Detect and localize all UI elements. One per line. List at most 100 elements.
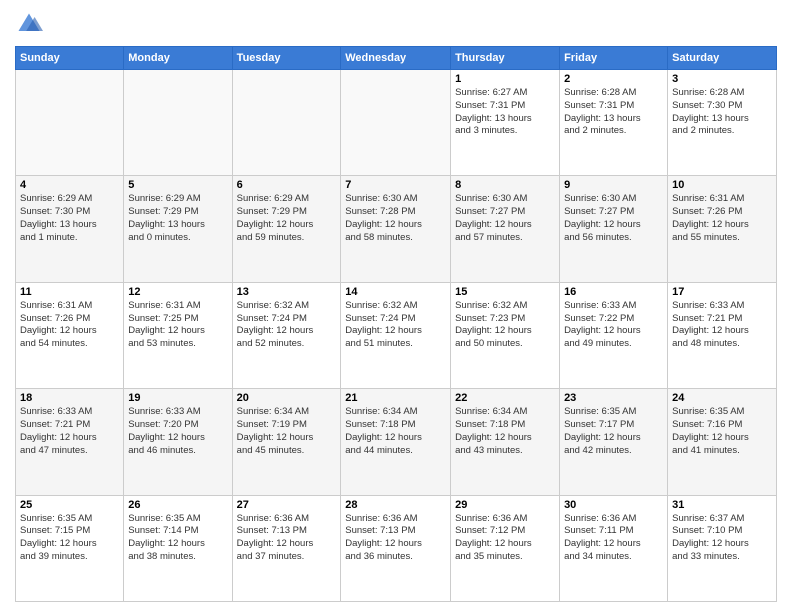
day-number: 25 [20, 499, 119, 511]
calendar-cell: 26Sunrise: 6:35 AMSunset: 7:14 PMDayligh… [124, 495, 232, 601]
page: SundayMondayTuesdayWednesdayThursdayFrid… [0, 0, 792, 612]
day-info: Sunrise: 6:29 AMSunset: 7:29 PMDaylight:… [128, 193, 227, 244]
day-number: 17 [672, 286, 772, 298]
day-info: Sunrise: 6:30 AMSunset: 7:27 PMDaylight:… [564, 193, 663, 244]
day-info: Sunrise: 6:30 AMSunset: 7:27 PMDaylight:… [455, 193, 555, 244]
weekday-sunday: Sunday [16, 47, 124, 70]
day-info: Sunrise: 6:31 AMSunset: 7:26 PMDaylight:… [20, 300, 119, 351]
day-number: 19 [128, 392, 227, 404]
day-info: Sunrise: 6:33 AMSunset: 7:20 PMDaylight:… [128, 406, 227, 457]
day-info: Sunrise: 6:35 AMSunset: 7:17 PMDaylight:… [564, 406, 663, 457]
day-info: Sunrise: 6:28 AMSunset: 7:31 PMDaylight:… [564, 87, 663, 138]
day-info: Sunrise: 6:32 AMSunset: 7:23 PMDaylight:… [455, 300, 555, 351]
calendar-cell: 8 Sunrise: 6:30 AMSunset: 7:27 PMDaylight… [451, 176, 560, 282]
week-row-5: 25 Sunrise: 6:35 AMSunset: 7:15 PMDayligh… [16, 495, 777, 601]
calendar-cell: 2 Sunrise: 6:28 AMSunset: 7:31 PMDaylight… [560, 70, 668, 176]
day-info: Sunrise: 6:37 AMSunset: 7:10 PMDaylight:… [672, 513, 772, 564]
day-number: 27 [237, 499, 337, 511]
day-info: Sunrise: 6:34 AMSunset: 7:18 PMDaylight:… [345, 406, 446, 457]
day-info: Sunrise: 6:36 AMSunset: 7:12 PMDaylight:… [455, 513, 555, 564]
calendar-cell [341, 70, 451, 176]
day-info: Sunrise: 6:28 AMSunset: 7:30 PMDaylight:… [672, 87, 772, 138]
day-info: Sunrise: 6:35 AMSunset: 7:16 PMDaylight:… [672, 406, 772, 457]
day-number: 24 [672, 392, 772, 404]
calendar-cell: 18 Sunrise: 6:33 AMSunset: 7:21 PMDayligh… [16, 389, 124, 495]
day-info: Sunrise: 6:35 AMSunset: 7:15 PMDaylight:… [20, 513, 119, 564]
calendar-cell: 28 Sunrise: 6:36 AMSunset: 7:13 PMDayligh… [341, 495, 451, 601]
weekday-thursday: Thursday [451, 47, 560, 70]
weekday-friday: Friday [560, 47, 668, 70]
day-number: 16 [564, 286, 663, 298]
weekday-monday: Monday [124, 47, 232, 70]
day-info: Sunrise: 6:33 AMSunset: 7:21 PMDaylight:… [672, 300, 772, 351]
day-info: Sunrise: 6:36 AMSunset: 7:11 PMDaylight:… [564, 513, 663, 564]
calendar-cell [124, 70, 232, 176]
day-number: 3 [672, 73, 772, 85]
calendar-cell: 19 Sunrise: 6:33 AMSunset: 7:20 PMDayligh… [124, 389, 232, 495]
day-info: Sunrise: 6:29 AMSunset: 7:29 PMDaylight:… [237, 193, 337, 244]
week-row-3: 11 Sunrise: 6:31 AMSunset: 7:26 PMDayligh… [16, 282, 777, 388]
calendar-cell: 15 Sunrise: 6:32 AMSunset: 7:23 PMDayligh… [451, 282, 560, 388]
calendar-cell: 25 Sunrise: 6:35 AMSunset: 7:15 PMDayligh… [16, 495, 124, 601]
calendar-cell: 31 Sunrise: 6:37 AMSunset: 7:10 PMDayligh… [668, 495, 777, 601]
calendar-cell: 14Sunrise: 6:32 AMSunset: 7:24 PMDayligh… [341, 282, 451, 388]
week-row-1: 1 Sunrise: 6:27 AMSunset: 7:31 PMDaylight… [16, 70, 777, 176]
day-info: Sunrise: 6:27 AMSunset: 7:31 PMDaylight:… [455, 87, 555, 138]
day-number: 23 [564, 392, 663, 404]
day-number: 1 [455, 73, 555, 85]
calendar-cell: 7Sunrise: 6:30 AMSunset: 7:28 PMDaylight… [341, 176, 451, 282]
day-number: 31 [672, 499, 772, 511]
day-number: 9 [564, 179, 663, 191]
calendar-cell: 5 Sunrise: 6:29 AMSunset: 7:29 PMDaylight… [124, 176, 232, 282]
calendar: SundayMondayTuesdayWednesdayThursdayFrid… [15, 46, 777, 602]
weekday-row: SundayMondayTuesdayWednesdayThursdayFrid… [16, 47, 777, 70]
calendar-body: 1 Sunrise: 6:27 AMSunset: 7:31 PMDaylight… [16, 70, 777, 602]
day-info: Sunrise: 6:31 AMSunset: 7:25 PMDaylight:… [128, 300, 227, 351]
day-number: 6 [237, 179, 337, 191]
day-info: Sunrise: 6:33 AMSunset: 7:21 PMDaylight:… [20, 406, 119, 457]
weekday-saturday: Saturday [668, 47, 777, 70]
weekday-wednesday: Wednesday [341, 47, 451, 70]
calendar-cell: 29 Sunrise: 6:36 AMSunset: 7:12 PMDayligh… [451, 495, 560, 601]
day-number: 22 [455, 392, 555, 404]
day-number: 8 [455, 179, 555, 191]
day-info: Sunrise: 6:29 AMSunset: 7:30 PMDaylight:… [20, 193, 119, 244]
day-number: 5 [128, 179, 227, 191]
day-info: Sunrise: 6:36 AMSunset: 7:13 PMDaylight:… [345, 513, 446, 564]
day-number: 15 [455, 286, 555, 298]
day-number: 4 [20, 179, 119, 191]
calendar-cell: 16 Sunrise: 6:33 AMSunset: 7:22 PMDayligh… [560, 282, 668, 388]
calendar-cell: 13Sunrise: 6:32 AMSunset: 7:24 PMDayligh… [232, 282, 341, 388]
day-number: 26 [128, 499, 227, 511]
day-info: Sunrise: 6:30 AMSunset: 7:28 PMDaylight:… [345, 193, 446, 244]
day-info: Sunrise: 6:34 AMSunset: 7:19 PMDaylight:… [237, 406, 337, 457]
day-info: Sunrise: 6:33 AMSunset: 7:22 PMDaylight:… [564, 300, 663, 351]
day-number: 30 [564, 499, 663, 511]
calendar-cell: 6 Sunrise: 6:29 AMSunset: 7:29 PMDaylight… [232, 176, 341, 282]
calendar-cell: 17 Sunrise: 6:33 AMSunset: 7:21 PMDayligh… [668, 282, 777, 388]
calendar-cell: 24 Sunrise: 6:35 AMSunset: 7:16 PMDayligh… [668, 389, 777, 495]
day-number: 20 [237, 392, 337, 404]
weekday-tuesday: Tuesday [232, 47, 341, 70]
calendar-cell: 20 Sunrise: 6:34 AMSunset: 7:19 PMDayligh… [232, 389, 341, 495]
calendar-cell: 21Sunrise: 6:34 AMSunset: 7:18 PMDayligh… [341, 389, 451, 495]
day-number: 28 [345, 499, 446, 511]
day-number: 11 [20, 286, 119, 298]
day-number: 29 [455, 499, 555, 511]
logo-icon [15, 10, 43, 38]
calendar-cell: 1 Sunrise: 6:27 AMSunset: 7:31 PMDaylight… [451, 70, 560, 176]
calendar-header: SundayMondayTuesdayWednesdayThursdayFrid… [16, 47, 777, 70]
header [15, 10, 777, 38]
day-number: 18 [20, 392, 119, 404]
day-number: 10 [672, 179, 772, 191]
calendar-cell: 22 Sunrise: 6:34 AMSunset: 7:18 PMDayligh… [451, 389, 560, 495]
calendar-cell: 30 Sunrise: 6:36 AMSunset: 7:11 PMDayligh… [560, 495, 668, 601]
week-row-4: 18 Sunrise: 6:33 AMSunset: 7:21 PMDayligh… [16, 389, 777, 495]
day-info: Sunrise: 6:34 AMSunset: 7:18 PMDaylight:… [455, 406, 555, 457]
calendar-cell: 11 Sunrise: 6:31 AMSunset: 7:26 PMDayligh… [16, 282, 124, 388]
day-info: Sunrise: 6:32 AMSunset: 7:24 PMDaylight:… [237, 300, 337, 351]
day-info: Sunrise: 6:31 AMSunset: 7:26 PMDaylight:… [672, 193, 772, 244]
calendar-cell: 23 Sunrise: 6:35 AMSunset: 7:17 PMDayligh… [560, 389, 668, 495]
day-number: 2 [564, 73, 663, 85]
calendar-cell: 10 Sunrise: 6:31 AMSunset: 7:26 PMDayligh… [668, 176, 777, 282]
